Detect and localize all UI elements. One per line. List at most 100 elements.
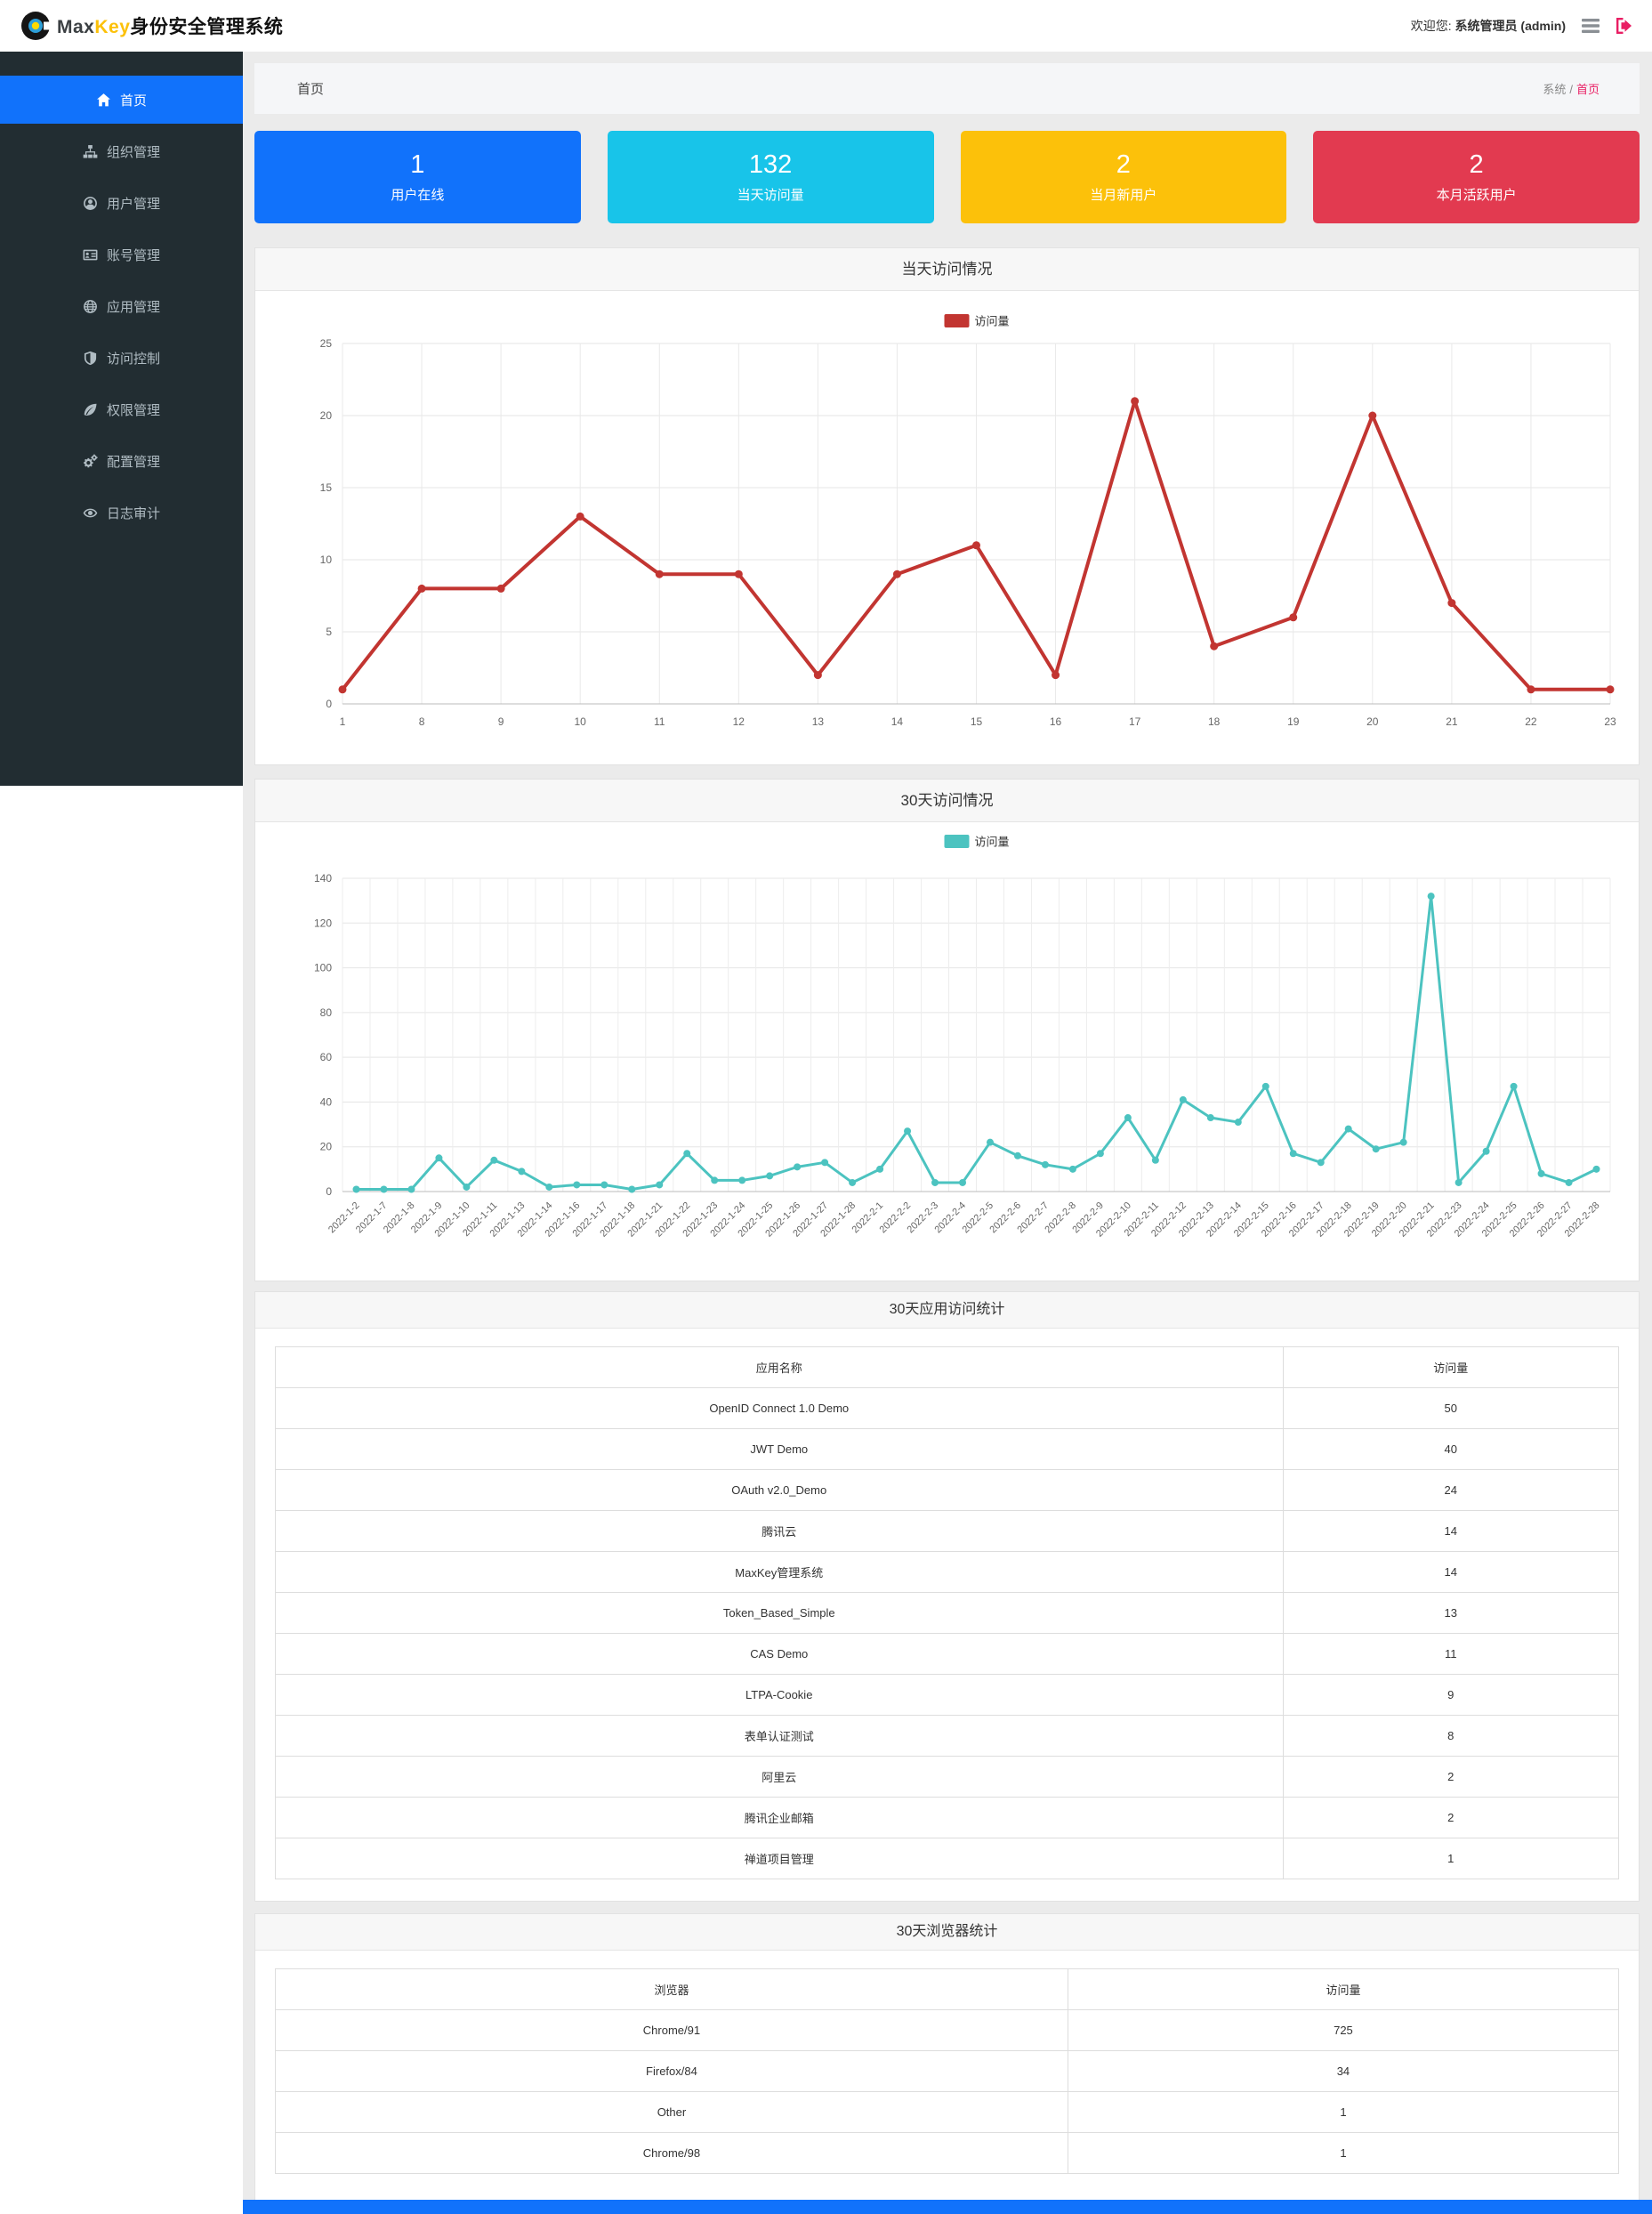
row-name-cell: Chrome/98: [276, 2133, 1068, 2174]
row-value-cell: 1: [1068, 2092, 1618, 2133]
stat-label: 本月活跃用户: [1437, 189, 1517, 202]
row-name-cell: MaxKey管理系统: [276, 1552, 1284, 1593]
row-name-cell: Token_Based_Simple: [276, 1593, 1284, 1634]
stat-card-today-visits: 132 当天访问量: [608, 131, 934, 223]
table-row: JWT Demo40: [276, 1429, 1619, 1470]
page-title: 首页: [297, 79, 324, 98]
table-row: OpenID Connect 1.0 Demo50: [276, 1388, 1619, 1429]
sidebar-item-label: 首页: [120, 91, 147, 109]
globe-icon: [83, 299, 98, 314]
svg-text:14: 14: [891, 715, 904, 728]
svg-text:0: 0: [326, 698, 332, 710]
row-name-cell: 禅道项目管理: [276, 1838, 1284, 1879]
table-row: LTPA-Cookie9: [276, 1675, 1619, 1716]
app-stats-table: 应用名称访问量OpenID Connect 1.0 Demo50JWT Demo…: [275, 1346, 1619, 1879]
row-name-cell: 阿里云: [276, 1757, 1284, 1798]
svg-text:22: 22: [1525, 715, 1537, 728]
svg-text:10: 10: [575, 715, 587, 728]
logout-icon[interactable]: [1616, 18, 1632, 34]
row-name-cell: 表单认证测试: [276, 1716, 1284, 1757]
footer-bar: [243, 2200, 1652, 2214]
stat-label: 当月新用户: [1090, 189, 1156, 202]
stat-label: 当天访问量: [737, 189, 804, 202]
sidebar-item-app[interactable]: 应用管理: [0, 282, 243, 330]
monthly-visits-line-chart: 0204060801001201402022-1-22022-1-72022-1…: [255, 822, 1639, 1281]
svg-text:11: 11: [654, 715, 665, 728]
svg-text:21: 21: [1446, 715, 1458, 728]
chart-panel-30days: 30天访问情况 0204060801001201402022-1-22022-1…: [254, 779, 1640, 1281]
eye-icon: [83, 505, 98, 521]
app-stats-panel: 30天应用访问统计 应用名称访问量OpenID Connect 1.0 Demo…: [254, 1291, 1640, 1902]
row-value-cell: 2: [1283, 1757, 1619, 1798]
brand: MaxKey身份安全管理系统: [20, 10, 283, 42]
svg-text:1: 1: [340, 715, 346, 728]
svg-text:0: 0: [326, 1185, 332, 1198]
chart-title-30days: 30天访问情况: [255, 780, 1639, 822]
id-card-icon: [83, 247, 98, 263]
sidebar-item-label: 账号管理: [107, 246, 160, 264]
svg-text:20: 20: [320, 1141, 333, 1153]
table-row: Chrome/981: [276, 2133, 1619, 2174]
column-header: 浏览器: [276, 1969, 1068, 2010]
column-header: 访问量: [1283, 1347, 1619, 1388]
sidebar-item-org[interactable]: 组织管理: [0, 127, 243, 175]
svg-text:40: 40: [320, 1095, 333, 1108]
svg-text:10: 10: [320, 554, 333, 566]
svg-text:17: 17: [1129, 715, 1141, 728]
breadcrumb-current-link[interactable]: 首页: [1576, 83, 1600, 96]
chart-30days: 0204060801001201402022-1-22022-1-72022-1…: [255, 822, 1639, 1281]
leaf-icon: [83, 402, 98, 417]
cogs-icon: [83, 454, 98, 469]
hamburger-menu-icon[interactable]: [1582, 19, 1600, 33]
svg-text:5: 5: [326, 626, 332, 638]
sidebar-item-config[interactable]: 配置管理: [0, 437, 243, 485]
row-value-cell: 1: [1283, 1838, 1619, 1879]
sidebar-item-perm[interactable]: 权限管理: [0, 385, 243, 433]
stat-value: 132: [749, 152, 792, 178]
chart-today: 0510152025189101112131415161718192021222…: [255, 291, 1639, 764]
svg-text:23: 23: [1604, 715, 1616, 728]
table-row: 阿里云2: [276, 1757, 1619, 1798]
svg-text:8: 8: [419, 715, 425, 728]
sidebar-item-access[interactable]: 访问控制: [0, 334, 243, 382]
sidebar-item-account[interactable]: 账号管理: [0, 230, 243, 279]
chart-legend-item[interactable]: 访问量: [945, 314, 1010, 328]
row-value-cell: 13: [1283, 1593, 1619, 1634]
row-name-cell: OAuth v2.0_Demo: [276, 1470, 1284, 1511]
row-value-cell: 14: [1283, 1552, 1619, 1593]
stat-card-new-users: 2当月新用户: [961, 131, 1287, 223]
row-name-cell: JWT Demo: [276, 1429, 1284, 1470]
svg-text:12: 12: [733, 715, 745, 728]
svg-text:140: 140: [314, 872, 332, 885]
svg-text:18: 18: [1208, 715, 1221, 728]
browser-stats-table: 浏览器访问量Chrome/91725Firefox/8434Other1Chro…: [275, 1968, 1619, 2174]
table-header-row: 应用名称访问量: [276, 1347, 1619, 1388]
sidebar-item-audit[interactable]: 日志审计: [0, 489, 243, 537]
row-value-cell: 34: [1068, 2051, 1618, 2092]
breadcrumb-root-link[interactable]: 系统: [1543, 83, 1566, 96]
sidebar-item-label: 访问控制: [107, 349, 160, 368]
sidebar-item-label: 日志审计: [107, 504, 160, 522]
column-header: 访问量: [1068, 1969, 1618, 2010]
row-value-cell: 1: [1068, 2133, 1618, 2174]
sidebar-item-home[interactable]: 首页: [0, 76, 243, 124]
chart-title-today: 当天访问情况: [255, 248, 1639, 291]
stat-card-online: 1用户在线: [254, 131, 581, 223]
row-value-cell: 8: [1283, 1716, 1619, 1757]
row-value-cell: 9: [1283, 1675, 1619, 1716]
app-stats-title: 30天应用访问统计: [255, 1292, 1639, 1329]
brand-title: MaxKey身份安全管理系统: [57, 12, 283, 39]
sidebar-item-label: 用户管理: [107, 194, 160, 213]
sidebar-item-user[interactable]: 用户管理: [0, 179, 243, 227]
svg-text:9: 9: [498, 715, 504, 728]
row-value-cell: 40: [1283, 1429, 1619, 1470]
maxkey-logo-icon: [20, 10, 52, 42]
stat-card-active-users: 2本月活跃用户: [1313, 131, 1640, 223]
browser-stats-panel: 30天浏览器统计 浏览器访问量Chrome/91725Firefox/8434O…: [254, 1913, 1640, 2201]
row-value-cell: 11: [1283, 1634, 1619, 1675]
row-value-cell: 50: [1283, 1388, 1619, 1429]
maxkey-dashboard: MaxKey身份安全管理系统 欢迎您: 系统管理员 (admin) 首页组织管理…: [0, 0, 1652, 2214]
row-value-cell: 24: [1283, 1470, 1619, 1511]
chart-legend-item[interactable]: 访问量: [945, 835, 1010, 849]
table-row: 禅道项目管理1: [276, 1838, 1619, 1879]
